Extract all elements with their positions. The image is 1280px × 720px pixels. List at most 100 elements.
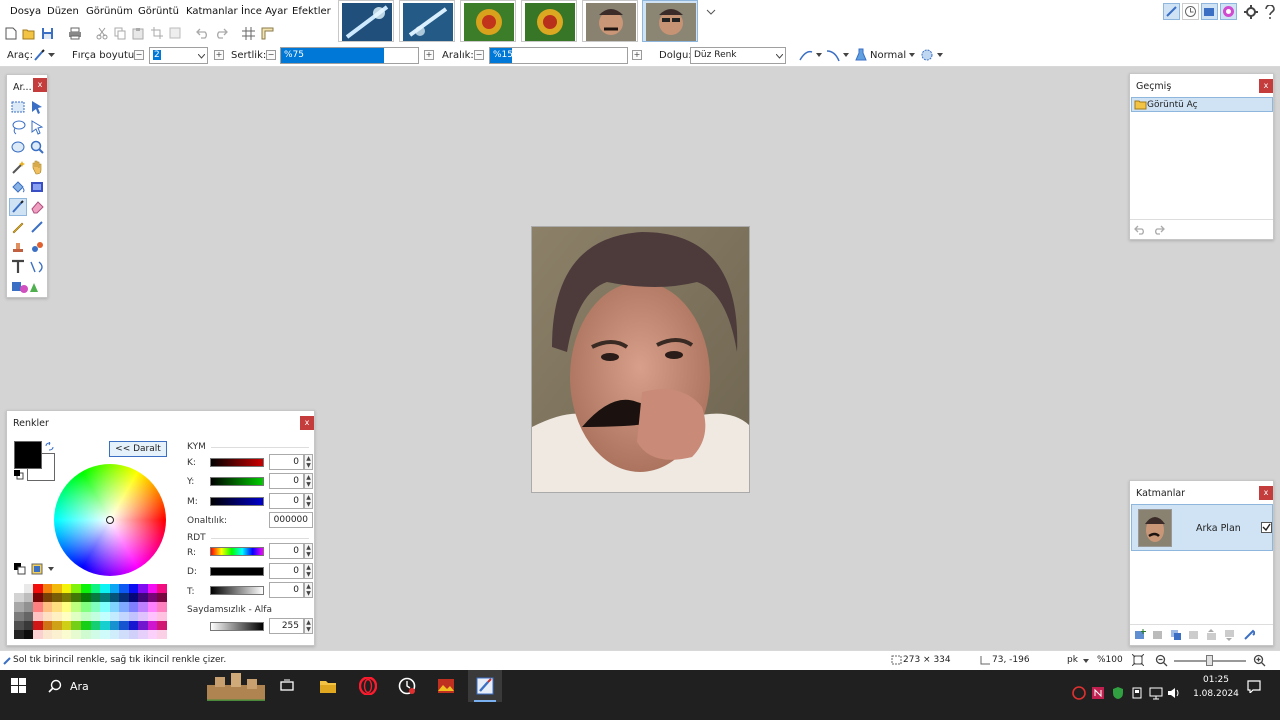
taskbar-date[interactable]: 1.08.2024 xyxy=(1193,689,1239,699)
m-spinner[interactable]: ▲ ▼ xyxy=(304,473,313,489)
palette-swatch[interactable] xyxy=(23,629,34,639)
cut-icon[interactable] xyxy=(96,27,108,40)
b-spinner[interactable]: ▲ ▼ xyxy=(304,582,313,598)
line-curve-icon[interactable] xyxy=(29,259,45,275)
palette-swatch[interactable] xyxy=(100,602,110,612)
alpha-blending-icon[interactable] xyxy=(826,49,840,62)
brush-size-increment[interactable]: + xyxy=(214,50,224,60)
palette-swatch[interactable] xyxy=(61,629,72,639)
chevron-down-icon[interactable] xyxy=(909,53,915,58)
menu-effects[interactable]: Efektler xyxy=(292,6,331,17)
c-input[interactable]: 0 xyxy=(269,454,304,470)
palette-swatch[interactable] xyxy=(157,602,167,612)
taskbar-time[interactable]: 01:25 xyxy=(1199,675,1233,685)
g-input[interactable]: 0 xyxy=(269,563,304,579)
fill-select[interactable]: Düz Renk xyxy=(690,47,786,64)
image-tab-4[interactable] xyxy=(521,0,577,42)
palette-swatch[interactable] xyxy=(52,629,62,639)
redo-icon[interactable] xyxy=(214,28,228,39)
chevron-down-icon[interactable] xyxy=(816,53,822,58)
chevron-down-icon[interactable] xyxy=(843,53,849,58)
palette-swatch[interactable] xyxy=(119,629,129,639)
delete-layer-icon[interactable] xyxy=(1152,629,1164,641)
layer-visibility-checkbox[interactable] xyxy=(1261,522,1272,533)
palette-swatch[interactable] xyxy=(157,611,167,621)
palette-swatch[interactable] xyxy=(33,584,43,594)
palette-swatch[interactable] xyxy=(90,584,101,594)
merge-layer-icon[interactable] xyxy=(1188,629,1200,641)
palette-swatch[interactable] xyxy=(80,584,91,594)
palette-swatch[interactable] xyxy=(33,620,43,630)
palette-swatch[interactable] xyxy=(33,611,43,621)
chevron-down-icon[interactable] xyxy=(48,567,54,572)
palette-swatch[interactable] xyxy=(71,584,81,594)
menu-edit[interactable]: Düzen xyxy=(47,6,79,17)
tray-app-2-icon[interactable] xyxy=(1091,686,1105,700)
palette-swatch[interactable] xyxy=(61,611,72,621)
tray-usb-icon[interactable] xyxy=(1130,686,1144,700)
palette-swatch[interactable] xyxy=(147,584,158,594)
shapes-icon[interactable] xyxy=(10,279,44,295)
ellipse-select-icon[interactable] xyxy=(10,139,26,155)
palette-swatch[interactable] xyxy=(138,629,148,639)
palette-swatch[interactable] xyxy=(52,611,62,621)
paste-icon[interactable] xyxy=(132,27,144,40)
blend-mode-select[interactable]: Normal xyxy=(870,50,906,61)
palette-default-icon[interactable] xyxy=(14,563,26,575)
c-slider[interactable] xyxy=(210,458,264,467)
tools-window-close-button[interactable]: x xyxy=(33,78,47,92)
b-slider[interactable] xyxy=(210,586,264,595)
chevron-down-icon[interactable] xyxy=(937,53,943,58)
move-layer-up-icon[interactable] xyxy=(1206,629,1218,641)
hex-input[interactable]: 000000 xyxy=(269,512,313,528)
palette-swatch[interactable] xyxy=(23,611,34,621)
hardness-decrement[interactable]: − xyxy=(266,50,276,60)
palette-swatch[interactable] xyxy=(138,584,148,594)
recolor-icon[interactable] xyxy=(29,239,45,255)
palette-swatch[interactable] xyxy=(100,611,110,621)
y-slider[interactable] xyxy=(210,497,264,506)
palette-swatch[interactable] xyxy=(80,620,91,630)
menu-adjustments[interactable]: İnce Ayar xyxy=(241,6,287,17)
volume-icon[interactable] xyxy=(1167,686,1181,700)
deselect-icon[interactable] xyxy=(169,27,181,40)
palette-swatch[interactable] xyxy=(147,611,158,621)
redo-icon[interactable] xyxy=(1152,225,1165,235)
paintbrush-tool-active[interactable] xyxy=(9,198,27,216)
palette-swatch[interactable] xyxy=(14,584,24,594)
palette-swatch[interactable] xyxy=(71,620,81,630)
unit-select[interactable]: pk xyxy=(1067,655,1078,665)
palette-swatch[interactable] xyxy=(80,602,91,612)
palette-swatch[interactable] xyxy=(147,593,158,603)
pencil-icon[interactable] xyxy=(10,219,26,235)
menu-view[interactable]: Görünüm xyxy=(86,6,133,17)
palette-swatch[interactable] xyxy=(147,629,158,639)
palette-swatch[interactable] xyxy=(80,611,91,621)
palette-swatch[interactable] xyxy=(128,593,139,603)
palette-swatch[interactable] xyxy=(80,593,91,603)
primary-color-swatch[interactable] xyxy=(14,441,42,469)
zoom-value[interactable]: %100 xyxy=(1097,655,1123,665)
palette-swatch[interactable] xyxy=(80,629,91,639)
pan-hand-icon[interactable] xyxy=(29,159,45,175)
eraser-icon[interactable] xyxy=(29,199,45,215)
m-input[interactable]: 0 xyxy=(269,473,304,489)
palette-swatch[interactable] xyxy=(61,620,72,630)
palette-swatch[interactable] xyxy=(138,593,148,603)
gradient-icon[interactable] xyxy=(29,179,45,195)
chevron-down-icon[interactable] xyxy=(1083,659,1089,664)
palette-swatch[interactable] xyxy=(128,584,139,594)
palette-swatch[interactable] xyxy=(23,584,34,594)
paint-bucket-icon[interactable] xyxy=(10,179,26,195)
palette-swatch[interactable] xyxy=(71,611,81,621)
palette-swatch[interactable] xyxy=(138,602,148,612)
brush-size-decrement[interactable]: − xyxy=(134,50,144,60)
zoom-out-icon[interactable] xyxy=(1155,654,1168,667)
lasso-select-icon[interactable] xyxy=(10,119,26,135)
paint-net-taskbar-button[interactable] xyxy=(468,670,502,702)
alpha-slider[interactable] xyxy=(210,622,264,631)
palette-swatch[interactable] xyxy=(52,602,62,612)
spacing-slider[interactable]: %15 xyxy=(489,47,628,64)
open-folder-icon[interactable] xyxy=(22,27,36,40)
palette-swatch[interactable] xyxy=(109,593,120,603)
